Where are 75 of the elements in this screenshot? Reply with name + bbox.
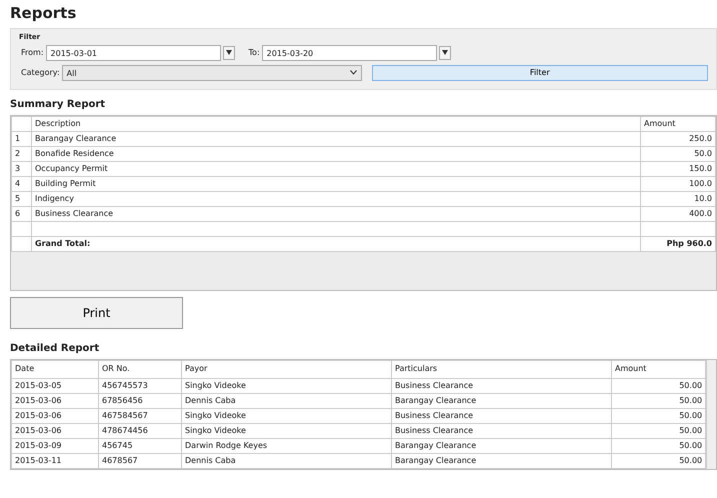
column-header: Payor — [182, 360, 392, 378]
dropdown-button[interactable] — [222, 46, 235, 60]
column-header: Amount — [640, 116, 716, 131]
category-value: All — [66, 68, 77, 78]
row-number: 4 — [12, 176, 32, 191]
row-number: 2 — [12, 146, 32, 161]
print-button[interactable]: Print — [10, 296, 183, 328]
table-cell: Dennis Caba — [182, 393, 392, 408]
table-cell: 467584567 — [98, 408, 182, 423]
table-cell: 100.0 — [640, 176, 716, 191]
table-cell: 2015-03-05 — [12, 378, 98, 393]
table-cell: Barangay Clearance — [392, 438, 612, 453]
table-cell: 2015-03-06 — [12, 423, 98, 438]
table-cell: Business Clearance — [32, 206, 640, 221]
total-label: Grand Total: — [32, 236, 640, 251]
date-field[interactable]: 2015-03-20 — [262, 44, 437, 60]
row-number: 1 — [12, 131, 32, 146]
to-label: To: — [248, 46, 260, 58]
table-cell: 456745573 — [98, 378, 182, 393]
table-cell: 2015-03-06 — [12, 393, 98, 408]
table-cell: 50.00 — [612, 393, 706, 408]
table-cell: Barangay Clearance — [392, 453, 612, 468]
table-cell: Business Clearance — [392, 423, 612, 438]
table-cell: Business Clearance — [392, 378, 612, 393]
table-cell: 4678567 — [98, 453, 182, 468]
section-heading: Detailed Report — [10, 342, 100, 356]
column-header: Description — [32, 116, 640, 131]
table-cell: 478674456 — [98, 423, 182, 438]
column-header: Date — [12, 360, 98, 378]
from-label: From: — [21, 46, 44, 58]
table-cell: Building Permit — [32, 176, 640, 191]
table-cell: Darwin Rodge Keyes — [182, 438, 392, 453]
table-cell: Indigency — [32, 191, 640, 206]
chevron-icon — [350, 70, 357, 75]
caret-icon — [226, 50, 232, 55]
table-cell: Bonafide Residence — [32, 146, 640, 161]
table-cell: 50.00 — [612, 438, 706, 453]
table-cell: Barangay Clearance — [32, 131, 640, 146]
scrollbar[interactable] — [706, 360, 716, 468]
table-cell: Singko Videoke — [182, 378, 392, 393]
table-cell: 2015-03-06 — [12, 408, 98, 423]
table-cell: Singko Videoke — [182, 408, 392, 423]
row-number: 6 — [12, 206, 32, 221]
caret-icon — [442, 50, 448, 55]
table-cell: 2015-03-11 — [12, 453, 98, 468]
table-cell: 50.00 — [612, 378, 706, 393]
table-cell: 250.0 — [640, 131, 716, 146]
table-cell: 50.00 — [612, 423, 706, 438]
row-number: 5 — [12, 191, 32, 206]
date-field[interactable]: 2015-03-01 — [46, 44, 221, 60]
total-value: Php 960.0 — [640, 236, 716, 251]
table-cell: 50.0 — [640, 146, 716, 161]
table-cell: Business Clearance — [392, 408, 612, 423]
table-cell: 2015-03-09 — [12, 438, 98, 453]
table-cell: 50.00 — [612, 408, 706, 423]
table-cell: 456745 — [98, 438, 182, 453]
table-cell: Dennis Caba — [182, 453, 392, 468]
section-heading: Summary Report — [10, 98, 106, 112]
table-cell: 67856456 — [98, 393, 182, 408]
table-cell: 50.00 — [612, 453, 706, 468]
table-cell: 10.0 — [640, 191, 716, 206]
column-header: Amount — [612, 360, 706, 378]
table-cell: 150.0 — [640, 161, 716, 176]
page-title: Reports — [10, 4, 78, 22]
category-dropdown[interactable]: All — [62, 64, 362, 80]
table-cell: Singko Videoke — [182, 423, 392, 438]
column-header: Particulars — [392, 360, 612, 378]
category-label: Category: — [21, 66, 60, 78]
row-number: 3 — [12, 161, 32, 176]
filter-button[interactable]: Filter — [372, 64, 708, 80]
table-cell: Barangay Clearance — [392, 393, 612, 408]
table-cell: 400.0 — [640, 206, 716, 221]
column-header: OR No. — [98, 360, 182, 378]
table-cell: Occupancy Permit — [32, 161, 640, 176]
dropdown-button[interactable] — [438, 46, 451, 60]
